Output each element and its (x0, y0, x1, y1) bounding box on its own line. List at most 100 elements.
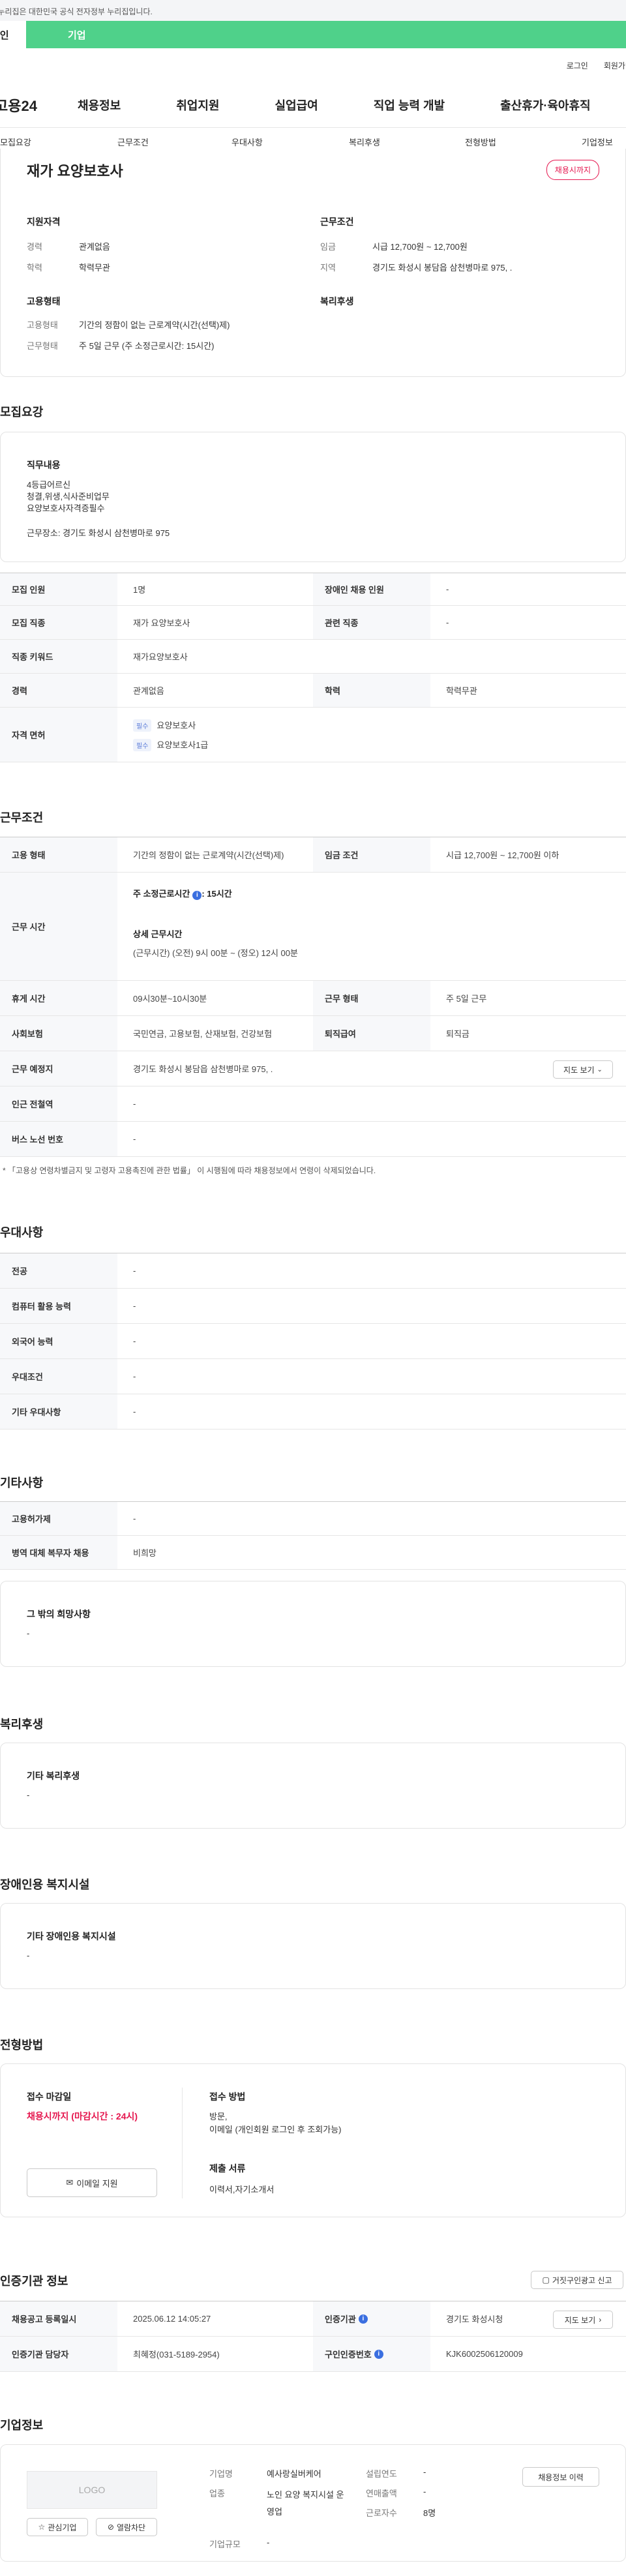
cell-label: 컴퓨터 활용 능력 (0, 1289, 117, 1323)
signup-link[interactable]: 회원가입 (604, 60, 626, 71)
facility-box: 기타 장애인용 복지시설 - (0, 1903, 626, 1989)
welfare-title: 복리후생 (320, 296, 354, 307)
agency-map-button[interactable]: 지도 보기 › (553, 2311, 613, 2329)
table-row: 휴게 시간 09시30분~10시30분 근무 형태 주 5일 근무 (0, 981, 626, 1016)
edu-label: 학력 (27, 263, 42, 273)
tab-individual[interactable]: 개인 (0, 21, 26, 48)
edu-value: 학력무관 (79, 263, 110, 273)
wage-value: 시급 12,700원 ~ 12,700원 (372, 242, 468, 252)
hours-main-value: : 15시간 (201, 889, 232, 899)
cell-value: - (133, 1266, 136, 1276)
cell-label: 구인인증번호 i (313, 2337, 430, 2371)
report-false-ad-button[interactable]: ▢ 거짓구인광고 신고 (531, 2271, 623, 2289)
gov-notice: 이 누리집은 대한민국 공식 전자정부 누리집입니다. (0, 7, 153, 16)
subnav-recruit[interactable]: 모집요강 (0, 136, 31, 148)
cell-label: 모집 인원 (0, 573, 117, 605)
staff-label: 근로자수 (366, 2508, 397, 2518)
agency-map-label: 지도 보기 (564, 2315, 596, 2325)
etc-box: 그 밖의 희망사항 - (0, 1581, 626, 1667)
preference-table: 전공 - 컴퓨터 활용 능력 - 외국어 능력 - 우대조건 - 기타 우대사항 - (0, 1253, 626, 1430)
job-title: 재가 요양보호사 (27, 163, 123, 179)
cell-label: 직종 키워드 (0, 640, 117, 673)
cell-value: 재가 요양보호사 (133, 618, 190, 628)
cell-label: 자격 면허 (0, 708, 117, 762)
subnav-conditions[interactable]: 근무조건 (117, 136, 149, 148)
cell-label: 경력 (0, 674, 117, 707)
license-item: 필수 요양보호사1급 (133, 738, 208, 751)
history-label: 채용정보 이력 (538, 2472, 584, 2482)
facility-box-value: - (27, 1951, 30, 1960)
interest-label: 관심기업 (48, 2523, 77, 2532)
cell-value: KJK6002506120009 (446, 2349, 523, 2359)
cell-value: - (133, 1407, 136, 1416)
gnb-item-employment-support[interactable]: 취업지원 (176, 97, 219, 113)
report-icon: ▢ (542, 2275, 550, 2284)
map-button-label: 지도 보기 (563, 1065, 595, 1075)
tab-business[interactable]: 기업 (26, 21, 626, 48)
hours-detail-title: 상세 근무시간 (133, 929, 183, 939)
info-icon[interactable]: i (192, 891, 202, 900)
table-row: 사회보험 국민연금, 고용보험, 산재보험, 건강보험 퇴직급여 퇴직금 (0, 1016, 626, 1051)
block-label: 열람차단 (116, 2523, 146, 2532)
cell-label: 근무 형태 (313, 981, 430, 1015)
emptype-label: 고용형태 (27, 320, 58, 330)
hours-main-label: 주 소정근로시간 (133, 889, 190, 899)
info-icon[interactable]: i (358, 2314, 368, 2324)
table-row: 직종 키워드 재가요양보호사 (0, 640, 626, 674)
table-row: 전공 - (0, 1253, 626, 1289)
table-row: 기타 우대사항 - (0, 1394, 626, 1430)
email-apply-button[interactable]: ✉ 이메일 지원 (27, 2168, 157, 2197)
cell-value: 기간의 정함이 없는 근로계약(시간(선택)제) (133, 850, 284, 860)
region-label: 지역 (320, 263, 336, 273)
deadline-value: 채용시까지 (마감시간 : 24시) (27, 2111, 138, 2121)
emp-title: 고용형태 (27, 296, 61, 307)
login-link[interactable]: 로그인 (567, 60, 588, 71)
cell-label: 전공 (0, 1253, 117, 1288)
cell-value: 시급 12,700원 ~ 12,700원 이하 (446, 850, 559, 860)
chevron-down-icon: ⌄ (597, 1066, 603, 1073)
block-view-button[interactable]: ⊘ 열람차단 (96, 2518, 157, 2536)
tab-individual-label: 개인 (0, 29, 9, 41)
cell-value: 경기도 화성시 봉담읍 삼천병마로 975, . (133, 1064, 273, 1074)
cell-label: 고용허가제 (0, 1502, 117, 1535)
info-icon[interactable]: i (374, 2349, 383, 2359)
method-title: 접수 방법 (209, 2091, 246, 2102)
gov-notice-bar: 이 누리집은 대한민국 공식 전자정부 누리집입니다. (0, 0, 626, 21)
table-row: 근무 예정지 경기도 화성시 봉담읍 삼천병마로 975, . 지도 보기 ⌄ (0, 1051, 626, 1086)
subnav-preference[interactable]: 우대사항 (231, 136, 263, 148)
table-row: 모집 인원 1명 장애인 채용 인원 - (0, 573, 626, 606)
cell-value: 주 5일 근무 (446, 994, 487, 1004)
cell-value: 비희망 (133, 1548, 156, 1558)
cell-value: 관계없음 (133, 686, 164, 696)
org-label: 인증기관 (325, 2314, 356, 2324)
gnb-item-jobs[interactable]: 채용정보 (78, 97, 121, 113)
career-value: 관계없음 (79, 242, 110, 252)
license-name: 요양보호사 (156, 720, 196, 730)
subnav-company[interactable]: 기업정보 (582, 136, 613, 148)
job-history-button[interactable]: 채용정보 이력 (522, 2467, 599, 2487)
tab-business-label: 기업 (68, 29, 86, 41)
company-section-title: 기업정보 (0, 2419, 44, 2432)
cell-label: 버스 노선 번호 (0, 1122, 117, 1156)
subnav-selection[interactable]: 전형방법 (465, 136, 496, 148)
email-apply-label: 이메일 지원 (76, 2178, 118, 2189)
map-button[interactable]: 지도 보기 ⌄ (553, 1060, 613, 1079)
gnb-item-parental-leave[interactable]: 출산휴가·육아휴직 (500, 97, 590, 113)
summary-box: 재가 요양보호사 채용시까지 지원자격 경력 관계없음 학력 학력무관 고용형태… (0, 149, 626, 377)
cell-value: - (133, 1514, 136, 1523)
gnb-item-vocational-training[interactable]: 직업 능력 개발 (374, 97, 445, 113)
recruit-section-title: 모집요강 (0, 406, 44, 419)
subnav-welfare[interactable]: 복리후생 (349, 136, 380, 148)
duty-line-1: 4등급어르신 (27, 480, 71, 490)
method-value: 방문, (209, 2112, 228, 2121)
cell-label: 병역 대체 복무자 채용 (0, 1536, 117, 1569)
size-label: 기업규모 (209, 2539, 241, 2549)
docs-value: 이력서,자기소개서 (209, 2185, 275, 2194)
welfare-section-title: 복리후생 (0, 1718, 44, 1731)
site-logo[interactable]: 고용24 (0, 95, 78, 115)
duty-box: 직무내용 4등급어르신 청결,위생,식사준비업무 요양보호사자격증필수 근무장소… (0, 432, 626, 562)
interest-company-button[interactable]: ☆ 관심기업 (27, 2518, 88, 2536)
star-icon: ☆ (38, 2523, 46, 2532)
selection-box: 접수 마감일 채용시까지 (마감시간 : 24시) ✉ 이메일 지원 접수 방법 … (0, 2063, 626, 2217)
gnb-item-unemployment-benefit[interactable]: 실업급여 (275, 97, 318, 113)
